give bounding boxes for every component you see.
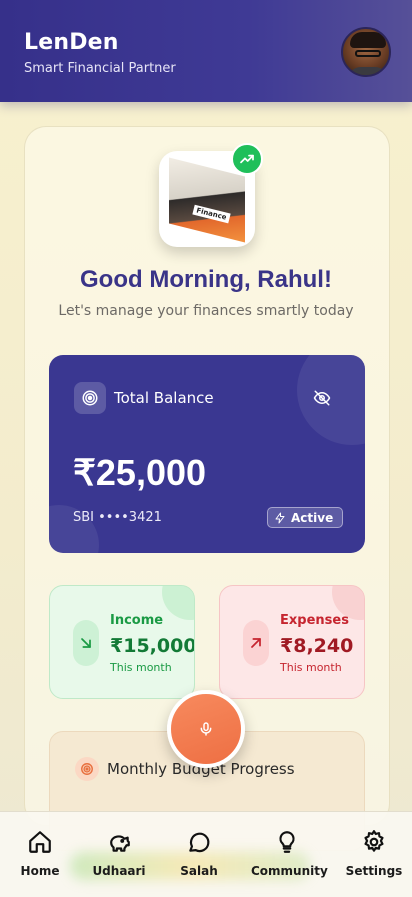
- status-badge: Active: [267, 507, 344, 528]
- avatar-shirt: [347, 67, 389, 75]
- app-header: LenDen Smart Financial Partner: [0, 0, 412, 102]
- expenses-amount: ₹8,240: [280, 635, 354, 657]
- decorative-circle: [162, 586, 194, 620]
- arrow-down-right-icon: [73, 620, 99, 666]
- expenses-card[interactable]: Expenses ₹8,240 This month: [219, 585, 365, 699]
- profile-avatar[interactable]: [341, 27, 391, 77]
- nav-item-settings[interactable]: Settings: [338, 828, 410, 888]
- bank-account: SBI ••••3421: [73, 510, 162, 525]
- avatar-glasses: [355, 50, 381, 57]
- piggy-bank-icon: [83, 828, 155, 856]
- trending-up-icon: [231, 143, 263, 175]
- income-amount: ₹15,000: [110, 635, 195, 657]
- income-card[interactable]: Income ₹15,000 This month: [49, 585, 195, 699]
- nav-item-community[interactable]: Community: [251, 828, 328, 888]
- chat-bubble-icon: [163, 828, 235, 856]
- target-icon: [74, 382, 106, 414]
- home-icon: [4, 828, 76, 856]
- arrow-up-right-icon: [243, 620, 269, 666]
- nav-item-salah[interactable]: Salah: [163, 828, 235, 888]
- balance-amount: ₹25,000: [73, 452, 207, 493]
- bottom-navigation: Home Udhaari Salah Community Settings: [0, 811, 412, 897]
- nav-label: Settings: [345, 864, 403, 878]
- greeting-heading: Good Morning, Rahul!: [80, 266, 332, 293]
- nav-label: Community: [251, 864, 328, 878]
- nav-label: Salah: [180, 864, 218, 878]
- lightbulb-icon: [251, 828, 323, 856]
- app-tagline: Smart Financial Partner: [24, 61, 176, 76]
- nav-item-home[interactable]: Home: [4, 828, 76, 888]
- nav-item-udhaari[interactable]: Udhaari: [83, 828, 155, 888]
- income-label: Income: [110, 613, 164, 628]
- status-label: Active: [291, 510, 334, 525]
- total-balance-card[interactable]: Total Balance ₹25,000 SBI ••••3421 Activ…: [49, 355, 365, 553]
- greeting-subtitle: Let's manage your finances smartly today: [58, 303, 354, 319]
- avatar-hair: [350, 32, 386, 48]
- nav-label: Udhaari: [92, 864, 146, 878]
- microphone-icon: [200, 722, 212, 736]
- expenses-period: This month: [280, 661, 342, 674]
- eye-off-icon[interactable]: [311, 387, 333, 409]
- income-period: This month: [110, 661, 172, 674]
- voice-assistant-button[interactable]: [167, 690, 245, 768]
- book-cover: [169, 157, 245, 243]
- gear-icon: [338, 828, 410, 856]
- target-icon: [75, 757, 99, 781]
- balance-title: Total Balance: [114, 389, 214, 407]
- expenses-label: Expenses: [280, 613, 349, 628]
- lightning-icon: [275, 512, 285, 523]
- nav-label: Home: [20, 864, 60, 878]
- app-name: LenDen: [24, 30, 119, 55]
